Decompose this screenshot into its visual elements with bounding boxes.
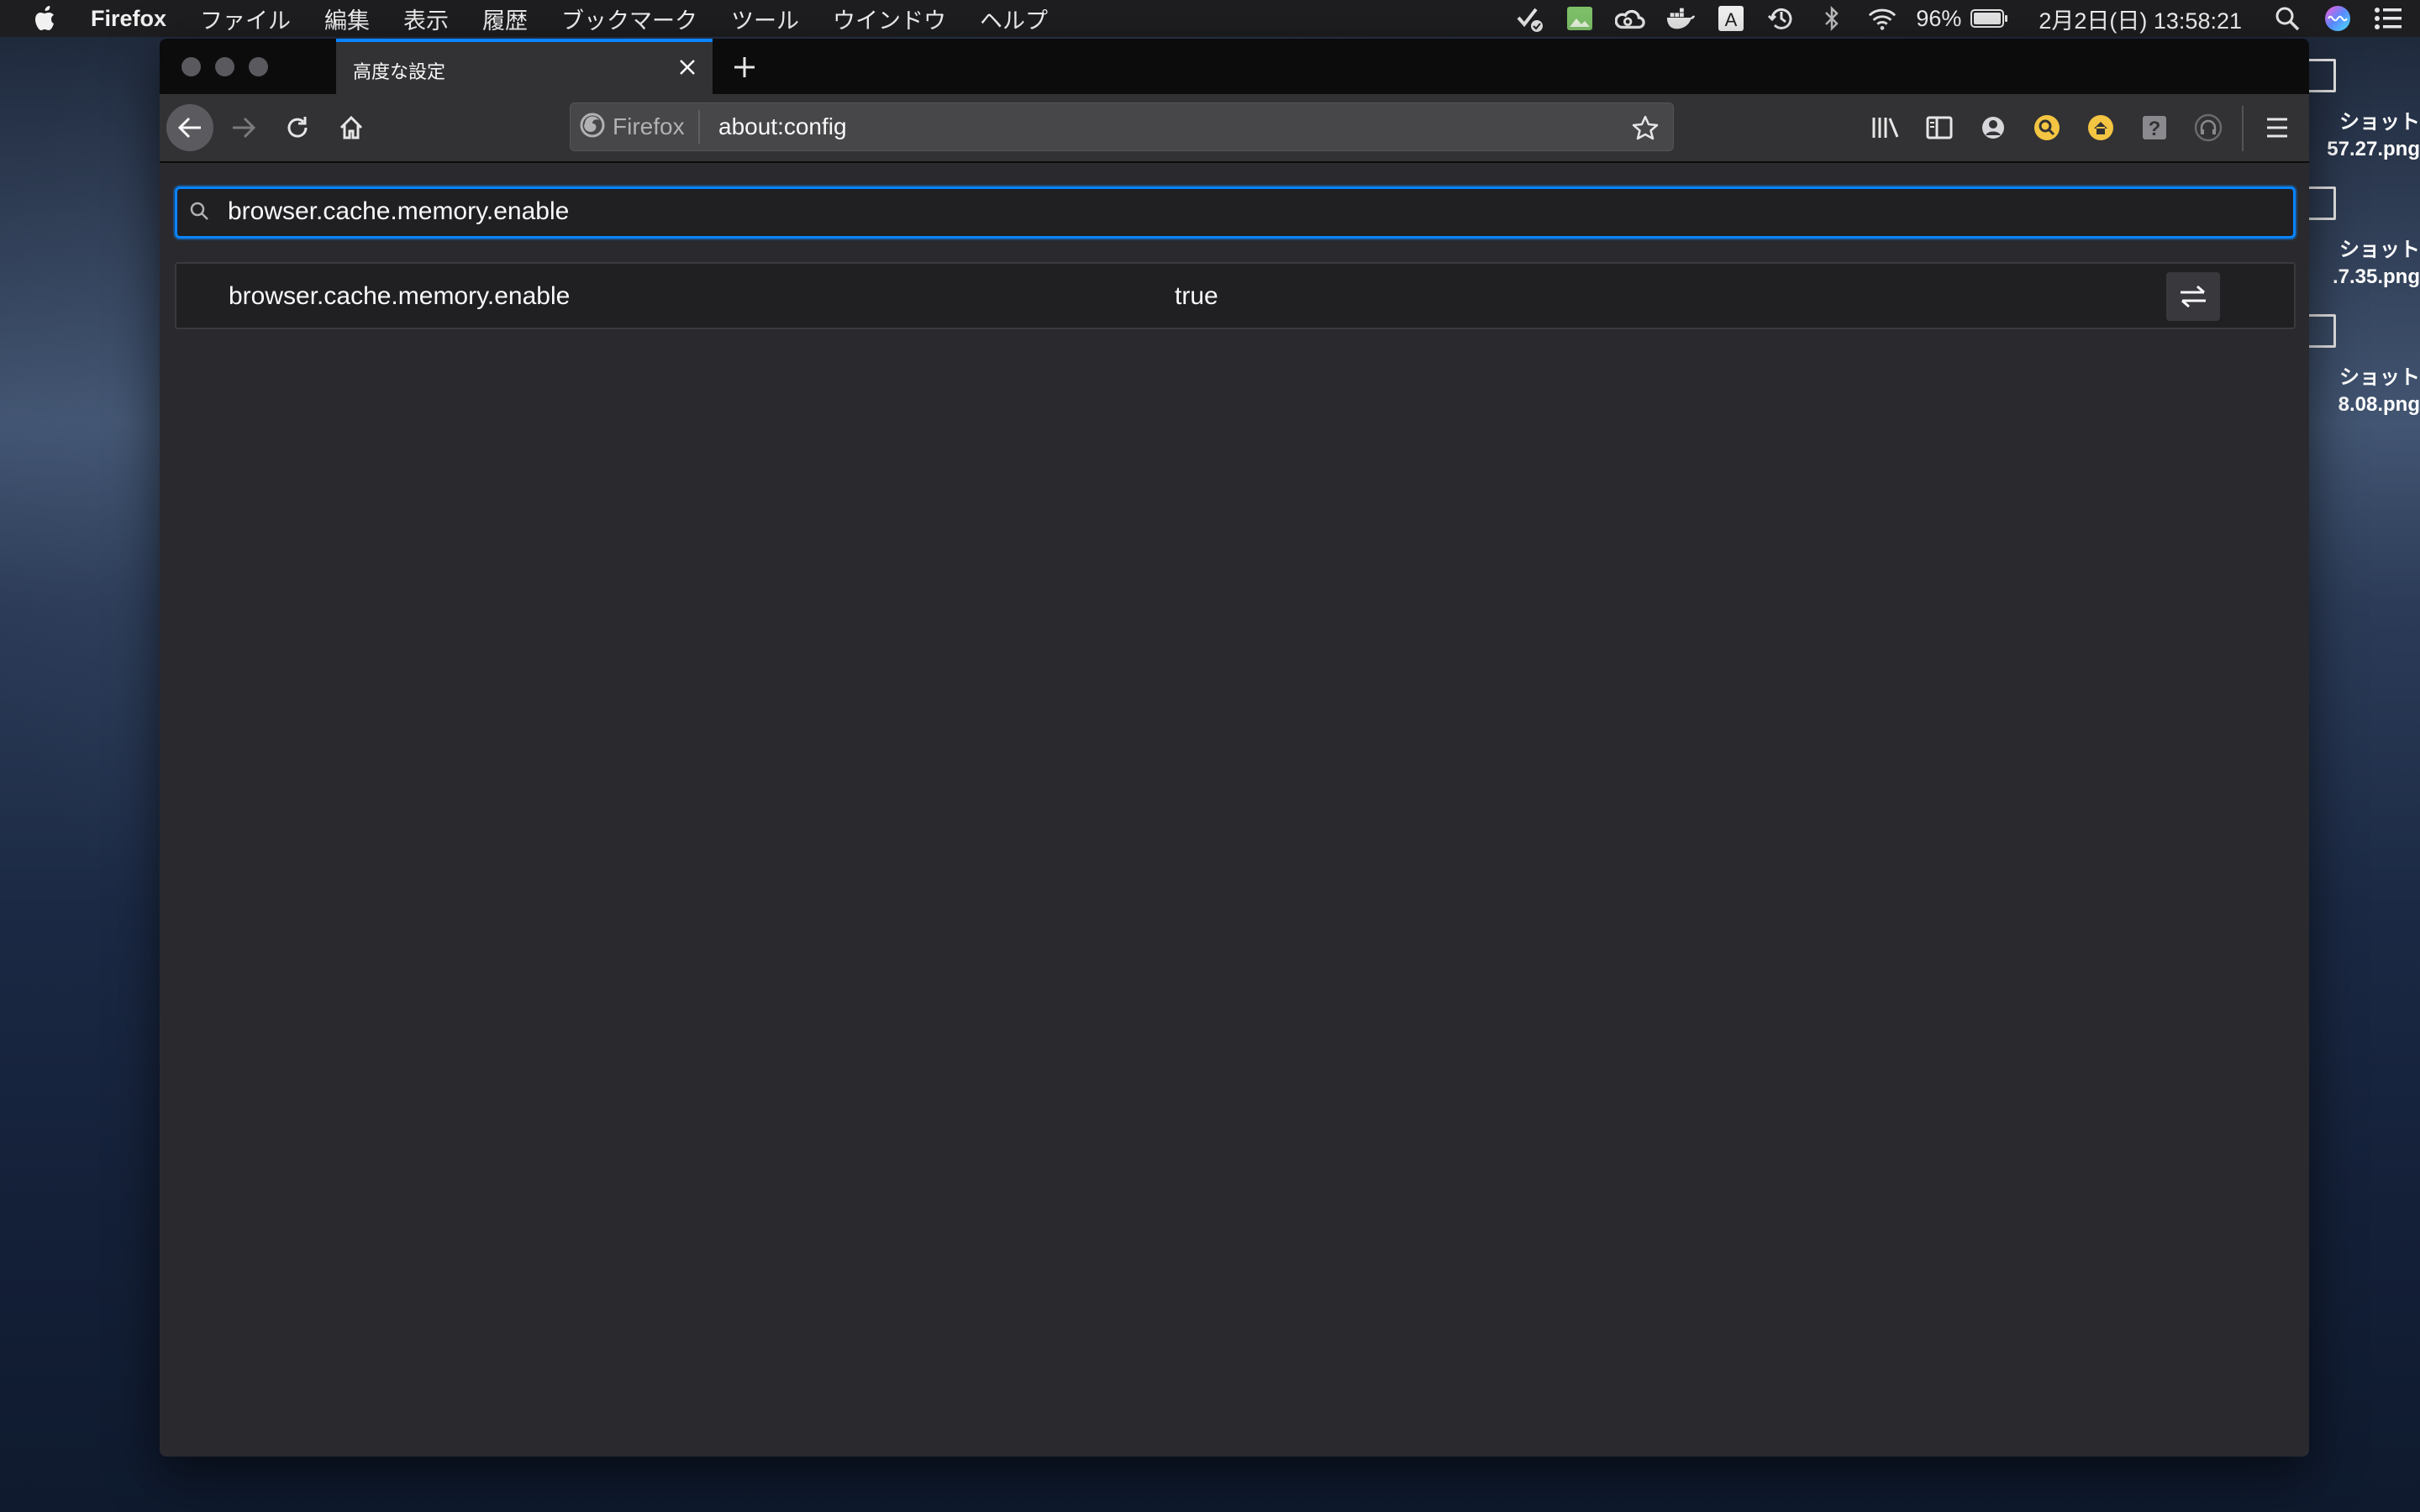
search-input[interactable] — [228, 197, 2244, 226]
file-thumbnail-icon — [2306, 314, 2336, 348]
firefox-logo-icon — [579, 112, 606, 143]
desktop-file-label: ショット — [2339, 366, 2420, 389]
tab-close-icon[interactable] — [674, 54, 701, 81]
input-method-icon[interactable]: A — [1716, 3, 1746, 34]
menu-app-name[interactable]: Firefox — [91, 6, 166, 32]
desktop-file-label: 57.27.png — [2327, 138, 2420, 160]
tab-active[interactable]: 高度な設定 — [336, 39, 713, 94]
preference-search-box[interactable] — [175, 186, 2296, 239]
close-window-button[interactable] — [182, 57, 201, 76]
extension-home-icon[interactable] — [2081, 108, 2121, 148]
preference-row[interactable]: browser.cache.memory.enable true — [175, 262, 2296, 329]
browser-window: 高度な設定 Firefox about:config ? browser.cac… — [160, 39, 2309, 1457]
config-page: browser.cache.memory.enable true — [160, 163, 2309, 1457]
reload-icon[interactable] — [274, 104, 321, 151]
home-icon[interactable] — [328, 104, 375, 151]
menu-tools[interactable]: ツール — [731, 3, 799, 35]
menu-edit[interactable]: 編集 — [324, 3, 370, 35]
menu-bar: Firefox ファイル 編集 表示 履歴 ブックマーク ツール ウインドウ ヘ… — [0, 0, 2420, 37]
menu-clock[interactable]: 2月2日(日) 13:58:21 — [2039, 3, 2242, 35]
checkmark-badge-icon[interactable] — [1514, 3, 1544, 34]
wifi-icon[interactable] — [1867, 3, 1897, 34]
preference-name: browser.cache.memory.enable — [229, 282, 571, 310]
siri-icon[interactable] — [2323, 3, 2353, 34]
time-machine-icon[interactable] — [1766, 3, 1797, 34]
bluetooth-icon[interactable] — [1817, 3, 1847, 34]
identity-label: Firefox — [613, 113, 685, 139]
desktop-file-label: 8.08.png — [2338, 393, 2420, 416]
zoom-window-button[interactable] — [249, 57, 268, 76]
menu-help[interactable]: ヘルプ — [980, 3, 1048, 35]
file-thumbnail-icon — [2306, 59, 2336, 92]
creative-cloud-icon[interactable] — [1615, 3, 1646, 34]
toggle-arrows-icon — [2181, 285, 2206, 308]
menu-window[interactable]: ウインドウ — [833, 3, 946, 35]
search-icon — [189, 201, 213, 224]
svg-text:A: A — [1725, 9, 1738, 30]
battery-percentage[interactable]: 96% — [1916, 6, 1961, 32]
menu-view[interactable]: 表示 — [403, 3, 449, 35]
notification-center-icon[interactable] — [2373, 3, 2403, 34]
tab-bar: 高度な設定 — [160, 39, 2309, 94]
desktop-file-label: ショット — [2339, 111, 2420, 134]
identity-box[interactable]: Firefox — [579, 110, 700, 144]
menu-file[interactable]: ファイル — [200, 3, 291, 35]
extension-search-icon[interactable] — [2027, 108, 2067, 148]
toggle-value-button[interactable] — [2166, 272, 2220, 321]
library-icon[interactable] — [1865, 108, 1906, 148]
apple-menu-icon[interactable] — [34, 5, 59, 32]
sidebar-icon[interactable] — [1919, 108, 1960, 148]
minimize-window-button[interactable] — [215, 57, 234, 76]
spotlight-search-icon[interactable] — [2272, 3, 2302, 34]
menu-bookmarks[interactable]: ブックマーク — [561, 3, 697, 35]
image-app-icon[interactable] — [1565, 3, 1595, 34]
desktop-file-label: .7.35.png — [2332, 265, 2420, 288]
url-bar[interactable]: Firefox — [570, 102, 1674, 151]
account-icon[interactable] — [1973, 108, 2013, 148]
forward-button[interactable] — [220, 104, 267, 151]
back-button[interactable] — [166, 104, 213, 151]
url-input[interactable] — [718, 113, 1559, 140]
desktop-file-label: ショット — [2339, 239, 2420, 261]
battery-icon[interactable] — [1970, 3, 2010, 34]
svg-text:?: ? — [2149, 118, 2161, 140]
toolbar-separator — [2242, 106, 2244, 151]
help-icon[interactable]: ? — [2134, 108, 2175, 148]
preference-value: true — [1175, 282, 1218, 310]
navigation-toolbar: Firefox ? — [160, 94, 2309, 163]
new-tab-icon[interactable] — [728, 50, 761, 84]
menu-history[interactable]: 履歴 — [482, 3, 528, 35]
bookmark-star-icon[interactable] — [1629, 112, 1661, 144]
tab-title: 高度な設定 — [353, 61, 446, 82]
docker-icon[interactable] — [1665, 3, 1696, 34]
file-thumbnail-icon — [2306, 186, 2336, 220]
menu-icon[interactable] — [2257, 108, 2297, 148]
extension-headphones-icon[interactable] — [2188, 108, 2228, 148]
